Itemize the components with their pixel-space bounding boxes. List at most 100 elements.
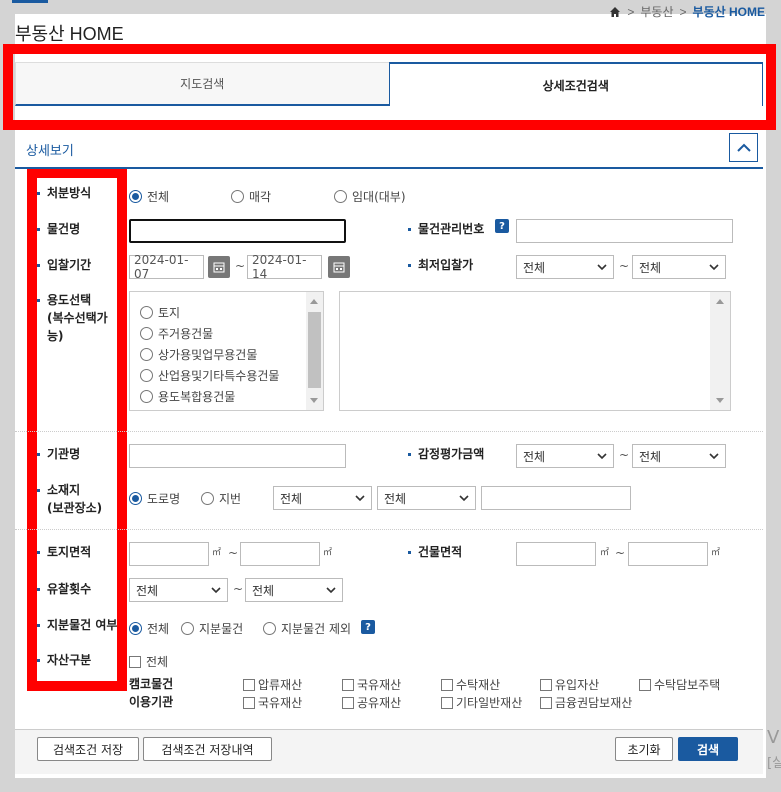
tilde-appraisal: ~ — [619, 448, 630, 462]
location-sido-select[interactable]: 전체 — [273, 486, 372, 510]
radio-location-road[interactable]: 도로명 — [129, 490, 180, 507]
collapse-button[interactable] — [729, 133, 758, 162]
calendar-start-button[interactable] — [208, 256, 230, 278]
label-appraisal: 감정평가금액 — [408, 445, 484, 463]
reset-button[interactable]: 초기화 — [615, 737, 673, 761]
usage-scrollbar[interactable] — [306, 292, 323, 410]
fail-count-from-select[interactable]: 전체 — [129, 578, 228, 602]
usage-option-industrial[interactable]: 산업용및기타특수용건물 — [140, 367, 279, 384]
help-icon[interactable]: ? — [361, 620, 375, 634]
label-asset: 자산구분 — [37, 651, 91, 669]
calendar-end-button[interactable] — [328, 256, 350, 278]
chevron-down-icon — [597, 264, 607, 271]
appraisal-to-select[interactable]: 전체 — [632, 444, 726, 468]
chevron-down-icon — [597, 453, 607, 460]
building-area-from-input[interactable] — [516, 542, 596, 566]
radio-disposal-sale[interactable]: 매각 — [231, 188, 271, 205]
label-min-bid: 최저입찰가 — [408, 256, 473, 274]
search-button[interactable]: 검색 — [678, 737, 738, 761]
label-item-name: 물건명 — [37, 220, 80, 238]
label-building-area: 건물면적 — [408, 543, 462, 561]
calendar-icon — [333, 262, 345, 273]
bid-end-date-input[interactable]: 2024-01-14 — [247, 253, 322, 281]
label-land-area: 토지면적 — [37, 543, 91, 561]
chevron-down-icon — [326, 587, 336, 594]
usage-detail-listbox[interactable] — [339, 291, 731, 411]
section-title: 상세보기 — [26, 144, 74, 159]
unit-sqm: ㎡ — [600, 548, 610, 558]
usage-listbox[interactable]: 토지 주거용건물 상가용및업무용건물 산업용및기타특수용건물 용도복합용건물 — [129, 291, 324, 411]
usage-detail-scrollbar[interactable] — [710, 292, 730, 410]
chevron-down-icon — [211, 587, 221, 594]
tilde-land-area: ~ — [228, 546, 239, 560]
edge-text-1: V — [767, 727, 780, 748]
save-condition-button[interactable]: 검색조건 저장 — [37, 737, 139, 761]
min-bid-from-select[interactable]: 전체 — [516, 255, 614, 279]
tilde-min-bid: ~ — [619, 259, 630, 273]
home-icon[interactable] — [609, 6, 621, 18]
save-history-button[interactable]: 검색조건 저장내역 — [143, 737, 272, 761]
land-area-from-input[interactable] — [129, 542, 209, 566]
edge-text-2: [실 — [767, 756, 781, 771]
unit-sqm: ㎡ — [711, 548, 721, 558]
usage-option-mixed[interactable]: 용도복합용건물 — [140, 388, 235, 405]
label-user-agency: 이용기관 — [129, 695, 174, 709]
label-location: 소재지 (보관장소) — [37, 481, 102, 517]
unit-sqm: ㎡ — [323, 548, 333, 558]
checkbox-camco-seized[interactable]: 압류재산 — [243, 676, 302, 693]
usage-option-land[interactable]: 토지 — [140, 304, 180, 321]
checkbox-agency-public[interactable]: 공유재산 — [342, 694, 401, 711]
help-icon[interactable]: ? — [495, 219, 509, 233]
chevron-down-icon — [355, 495, 365, 502]
chevron-down-icon — [459, 495, 469, 502]
bid-start-date-input[interactable]: 2024-01-07 — [129, 253, 204, 281]
checkbox-agency-general[interactable]: 기타일반재산 — [441, 694, 522, 711]
usage-option-residential[interactable]: 주거용건물 — [140, 325, 213, 342]
checkbox-camco-acquired[interactable]: 유입자산 — [540, 676, 599, 693]
checkbox-camco-national[interactable]: 국유재산 — [342, 676, 401, 693]
checkbox-asset-all[interactable]: 전체 — [129, 653, 168, 670]
breadcrumb-item-current: 부동산 HOME — [692, 5, 765, 19]
label-item-mgmt-no: 물건관리번호 — [408, 220, 484, 238]
breadcrumb-item-realestate[interactable]: 부동산 — [640, 3, 673, 20]
checkbox-agency-national[interactable]: 국유재산 — [243, 694, 302, 711]
tilde-fail-count: ~ — [233, 582, 244, 596]
checkbox-agency-financial[interactable]: 금융권담보재산 — [540, 694, 632, 711]
label-disposal: 처분방식 — [37, 184, 91, 202]
appraisal-from-select[interactable]: 전체 — [516, 444, 614, 468]
radio-share-all[interactable]: 전체 — [129, 620, 169, 637]
min-bid-to-select[interactable]: 전체 — [632, 255, 726, 279]
radio-share-yes[interactable]: 지분물건 — [181, 620, 243, 637]
breadcrumb-sep-icon: > — [679, 4, 687, 19]
building-area-to-input[interactable] — [628, 542, 708, 566]
tilde-bid-period: ~ — [235, 259, 246, 273]
land-area-to-input[interactable] — [240, 542, 320, 566]
item-name-input[interactable] — [129, 219, 346, 243]
label-share: 지분물건 여부 — [37, 616, 129, 634]
label-camco: 캠코물건 — [129, 677, 174, 691]
divider — [15, 529, 763, 530]
usage-option-commercial[interactable]: 상가용및업무용건물 — [140, 346, 257, 363]
checkbox-camco-trust[interactable]: 수탁재산 — [441, 676, 500, 693]
chevron-down-icon — [709, 264, 719, 271]
button-bar: 검색조건 저장 검색조건 저장내역 초기화 검색 — [15, 729, 763, 774]
highlight-box-tabs — [3, 44, 776, 130]
item-mgmt-no-input[interactable] — [516, 219, 733, 243]
radio-share-exclude[interactable]: 지분물건 제외 — [263, 620, 351, 637]
chevron-up-icon — [736, 143, 751, 152]
unit-sqm: ㎡ — [212, 548, 222, 558]
fail-count-to-select[interactable]: 전체 — [245, 578, 343, 602]
radio-disposal-lease[interactable]: 임대(대부) — [334, 188, 406, 205]
radio-location-lot[interactable]: 지번 — [201, 490, 241, 507]
top-accent-line — [12, 0, 48, 3]
checkbox-camco-trust-housing[interactable]: 수탁담보주택 — [639, 676, 720, 693]
location-address-input[interactable] — [481, 486, 631, 510]
section-divider — [15, 167, 763, 169]
tilde-building-area: ~ — [615, 546, 626, 560]
radio-disposal-all[interactable]: 전체 — [129, 188, 169, 205]
agency-input[interactable] — [129, 444, 346, 468]
location-sigungu-select[interactable]: 전체 — [377, 486, 476, 510]
page-title: 부동산 HOME — [15, 24, 124, 44]
label-agency: 기관명 — [37, 445, 80, 463]
breadcrumb: > 부동산 > 부동산 HOME — [609, 3, 765, 20]
